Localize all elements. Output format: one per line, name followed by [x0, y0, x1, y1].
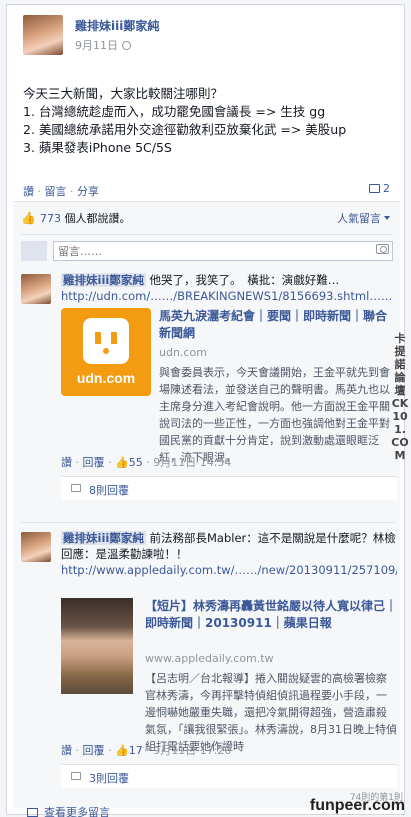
post-author[interactable]: 雞排妹iii鄭家純: [75, 17, 159, 34]
comment-icon: [369, 184, 380, 193]
udn-logo-text: udn.com: [76, 370, 136, 386]
comment-avatar[interactable]: [21, 274, 51, 304]
comment-count[interactable]: 2: [369, 182, 390, 195]
view-more-label[interactable]: 查看更多留言: [44, 806, 110, 817]
post-line: 今天三大新聞，大家比較關注哪則？: [23, 86, 224, 101]
plug-icon: [83, 318, 129, 364]
globe-icon: [122, 41, 131, 50]
news-photo: [61, 598, 133, 694]
post-line: 1. 台灣總統趁虛而入，成功罷免國會議長 => 生技 gg: [23, 104, 326, 119]
udn-logo: udn.com: [61, 308, 151, 396]
chevron-down-icon: [384, 216, 390, 220]
replies-toggle[interactable]: 8則回覆: [61, 476, 397, 500]
link-preview[interactable]: 【短片】林秀濤再轟黃世銘嚴以待人寬以律己｜即時新聞｜20130911｜蘋果日報 …: [61, 598, 397, 753]
thumbs-up-icon: 👍: [21, 211, 36, 225]
view-more-comments[interactable]: 查看更多留言: [27, 804, 110, 817]
comment-body: 雞排妹iii鄭家純 前法務部長Mabler：這不是關說是什麼呢？林檢回應：是溫柔…: [61, 530, 397, 578]
thumbs-up-icon: 👍: [115, 744, 129, 757]
side-watermark: 卡提諾論壇 CK101.COM: [391, 332, 409, 462]
replies-count[interactable]: 8則回覆: [89, 484, 129, 497]
comment-body: 雞排妹iii鄭家純 他哭了，我笑了。 橫批：演戲好難… http://udn.c…: [61, 272, 397, 304]
preview-title[interactable]: 馬英九淚灑考紀會｜要聞｜即時新聞｜聯合新聞網: [159, 308, 397, 342]
preview-thumbnail[interactable]: udn.com: [61, 308, 151, 396]
like-button[interactable]: 讚: [23, 185, 34, 198]
thumbs-up-icon: 👍: [115, 456, 129, 469]
bottom-watermark: funpeer.com: [309, 797, 405, 814]
comment-input[interactable]: [53, 241, 393, 261]
comment-link[interactable]: http://www.appledaily.com.tw/……/new/2013…: [61, 562, 397, 578]
comment-button[interactable]: 留言: [45, 185, 67, 198]
sort-dropdown[interactable]: 人氣留言: [337, 210, 390, 226]
comment-item: 雞排妹iii鄭家純 他哭了，我笑了。 橫批：演戲好難… http://udn.c…: [21, 272, 397, 522]
comment-avatar[interactable]: [21, 532, 51, 562]
comment-link[interactable]: http://udn.com/……/BREAKINGNEWS1/8156693.…: [61, 288, 397, 304]
comment-text: 他哭了，我笑了。 橫批：演戲好難…: [149, 273, 340, 287]
comment-count-text[interactable]: 2: [383, 182, 390, 195]
preview-thumbnail[interactable]: [61, 598, 133, 694]
author-avatar[interactable]: [23, 15, 63, 55]
feedback-section: 👍 773 個人都說讚。 人氣留言 雞排妹iii鄭家純 他哭了，我笑了。 橫批：演…: [13, 201, 400, 817]
preview-title[interactable]: 【短片】林秀濤再轟黃世銘嚴以待人寬以律己｜即時新聞｜20130911｜蘋果日報: [145, 598, 397, 632]
comment-author[interactable]: 雞排妹iii鄭家純: [61, 273, 146, 287]
comment-time[interactable]: 9月11日 14:54: [153, 456, 231, 469]
comment-time[interactable]: 9月11日 17:20: [153, 744, 231, 757]
preview-domain: udn.com: [159, 346, 207, 359]
comment-reply-link[interactable]: 回覆: [83, 456, 105, 469]
post-body: 今天三大新聞，大家比較關注哪則？ 1. 台灣總統趁虛而入，成功罷免國會議長 =>…: [23, 85, 393, 157]
comment-likes-count[interactable]: 55: [129, 456, 143, 469]
preview-domain: www.appledaily.com.tw: [145, 652, 274, 665]
replies-count[interactable]: 3則回覆: [89, 772, 129, 785]
comment-like-link[interactable]: 讚: [61, 456, 72, 469]
link-preview[interactable]: udn.com 馬英九淚灑考紀會｜要聞｜即時新聞｜聯合新聞網 udn.com 與…: [61, 308, 397, 464]
likes-summary: 👍 773 個人都說讚。: [21, 210, 130, 226]
post-card: 雞排妹iii鄭家純 9月11日 今天三大新聞，大家比較關注哪則？ 1. 台灣總統…: [6, 4, 405, 817]
preview-description: 與會委員表示，今天會議開始，王金平就先到會場陳述看法，並發送自己的聲明書。馬英九…: [159, 366, 390, 464]
likes-count[interactable]: 773: [40, 212, 61, 225]
post-date-text[interactable]: 9月11日: [75, 39, 118, 52]
comment-item: 雞排妹iii鄭家純 前法務部長Mabler：這不是關說是什麼呢？林檢回應：是溫柔…: [21, 530, 397, 792]
camera-icon[interactable]: [376, 244, 389, 254]
replies-toggle[interactable]: 3則回覆: [61, 764, 397, 788]
comment-like-link[interactable]: 讚: [61, 744, 72, 757]
comment-meta: 讚 · 回覆 · 👍17 · 9月11日 17:20: [61, 744, 232, 757]
comment-icon: [27, 808, 38, 817]
comment-author[interactable]: 雞排妹iii鄭家純: [61, 531, 146, 545]
viewer-avatar: [21, 241, 47, 261]
reply-icon: [71, 484, 81, 492]
post-actions: 讚 · 留言 · 分享: [23, 185, 99, 198]
post-date[interactable]: 9月11日: [75, 37, 131, 53]
post-line: 2. 美國總統承諾用外交途徑勸敘利亞放棄化武 => 美股up: [23, 122, 347, 137]
comment-input-row: [21, 234, 393, 261]
sort-label[interactable]: 人氣留言: [337, 212, 381, 225]
comment-reply-link[interactable]: 回覆: [83, 744, 105, 757]
share-button[interactable]: 分享: [77, 185, 99, 198]
reply-icon: [71, 772, 81, 780]
comment-likes-count[interactable]: 17: [129, 744, 143, 757]
post-line: 3. 蘋果發表iPhone 5C/5S: [23, 140, 172, 155]
comment-divider: [21, 522, 395, 523]
likes-text: 個人都說讚。: [64, 212, 131, 225]
comment-meta: 讚 · 回覆 · 👍55 · 9月11日 14:54: [61, 456, 232, 469]
